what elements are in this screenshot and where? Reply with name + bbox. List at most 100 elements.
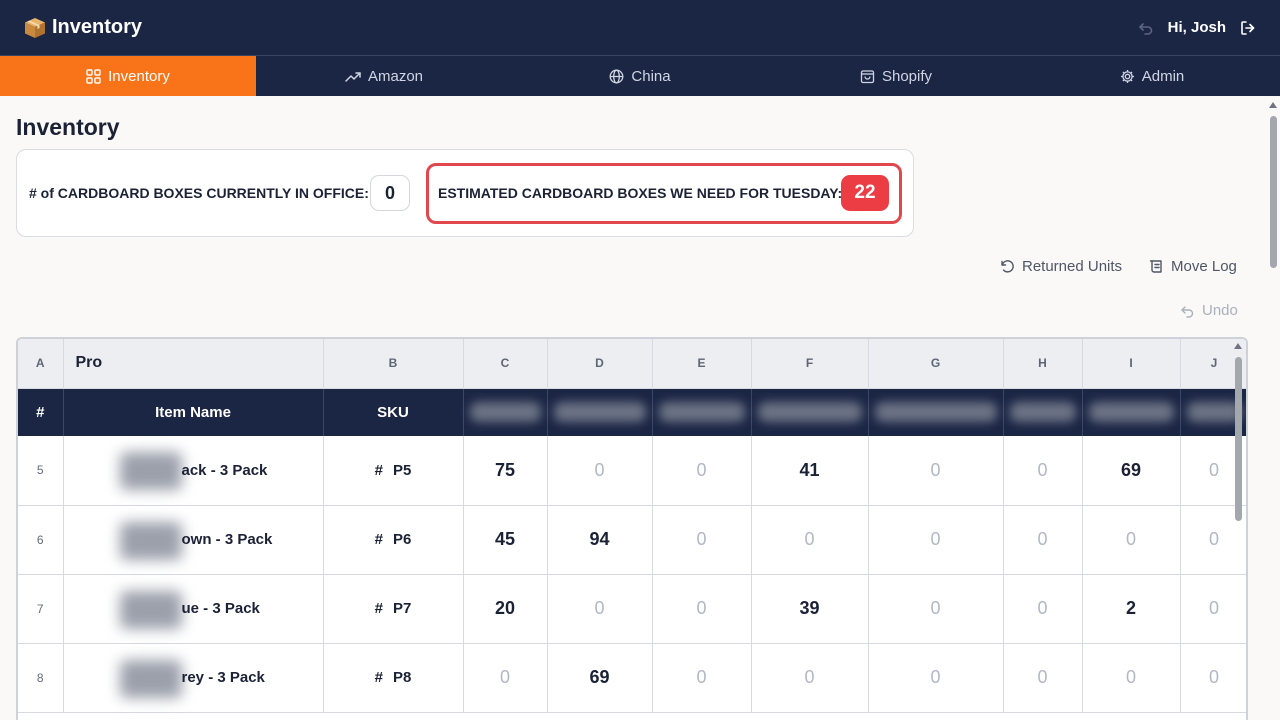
quantity-cell[interactable]: 0	[652, 574, 752, 644]
quantity-cell[interactable]: 0	[868, 436, 1004, 506]
sku-cell[interactable]: # P5	[323, 436, 464, 506]
tab-shopify[interactable]: Shopify	[768, 56, 1024, 96]
quantity-cell[interactable]: 75	[463, 436, 548, 506]
col-letter-d[interactable]: D	[547, 339, 653, 389]
quantity-cell[interactable]: 0	[1003, 436, 1083, 506]
table-row[interactable]: 6 own - 3 Pack # P6 45 94 0 0 0 0 0 0	[18, 505, 1246, 575]
quantity-cell[interactable]: 69	[1082, 436, 1181, 506]
sku-cell[interactable]: # P8	[323, 643, 464, 713]
table-scrollbar[interactable]	[1233, 341, 1245, 720]
quantity-cell[interactable]: 0	[868, 574, 1004, 644]
app-title: Inventory	[52, 16, 143, 38]
page-scrollbar[interactable]	[1268, 100, 1280, 720]
table-header-row: # Item Name SKU	[18, 388, 1246, 436]
col-letter-c[interactable]: C	[463, 339, 548, 389]
current-boxes-value[interactable]: 0	[370, 175, 410, 211]
table-row[interactable]: 8 rey - 3 Pack # P8 0 69 0 0 0 0 0 0	[18, 643, 1246, 713]
col-letter-e[interactable]: E	[652, 339, 752, 389]
undo-button[interactable]: Undo	[1180, 302, 1238, 319]
quantity-cell[interactable]: 0	[652, 436, 752, 506]
quantity-cell[interactable]: 0	[547, 436, 653, 506]
col-letter-a[interactable]: A	[18, 339, 64, 389]
redacted-header	[469, 402, 541, 423]
logout-icon[interactable]	[1240, 20, 1256, 36]
quantity-cell[interactable]: 0	[868, 505, 1004, 575]
sku-hash: #	[374, 669, 383, 686]
col-letter-b[interactable]: B	[323, 339, 464, 389]
redacted-header	[658, 402, 745, 423]
item-name-cell[interactable]: rey - 3 Pack	[63, 643, 324, 713]
tab-shopify-label: Shopify	[881, 67, 933, 85]
quantity-cell[interactable]: 0	[868, 643, 1004, 713]
item-name-cell[interactable]: ue - 3 Pack	[63, 574, 324, 644]
current-boxes-label: # of CARDBOARD BOXES CURRENTLY IN OFFICE…	[29, 185, 369, 201]
page-scroll-thumb[interactable]	[1270, 116, 1277, 268]
table-scroll-thumb[interactable]	[1235, 357, 1242, 521]
quantity-cell[interactable]: 0	[652, 643, 752, 713]
undo-label: Undo	[1202, 302, 1238, 319]
col-letter-i[interactable]: I	[1082, 339, 1181, 389]
header-location-h	[1003, 388, 1083, 436]
scroll-up-arrow-icon[interactable]	[1234, 343, 1242, 349]
col-letter-h[interactable]: H	[1003, 339, 1083, 389]
item-name-cell[interactable]: own - 3 Pack	[63, 505, 324, 575]
rotate-ccw-icon	[1000, 259, 1015, 274]
col-letter-pro[interactable]: Pro	[63, 339, 324, 389]
header-item-name[interactable]: Item Name	[63, 388, 324, 436]
estimated-boxes-badge: 22	[841, 175, 889, 211]
col-letter-f[interactable]: F	[751, 339, 869, 389]
quantity-cell[interactable]: 94	[547, 505, 653, 575]
tab-amazon[interactable]: Amazon	[256, 56, 512, 96]
tab-admin[interactable]: Admin	[1024, 56, 1280, 96]
quantity-cell[interactable]: 0	[1082, 643, 1181, 713]
returned-units-button[interactable]: Returned Units	[1000, 258, 1122, 275]
table-row[interactable]: 7 ue - 3 Pack # P7 20 0 0 39 0 0 2 0	[18, 574, 1246, 644]
tab-inventory-label: Inventory	[108, 67, 170, 85]
redacted-header	[757, 402, 862, 423]
quantity-cell[interactable]: 45	[463, 505, 548, 575]
redacted-header	[553, 402, 646, 423]
col-letter-g[interactable]: G	[868, 339, 1004, 389]
main-nav: Inventory Amazon China Shopify Admin	[0, 56, 1280, 96]
tab-admin-label: Admin	[1141, 67, 1185, 85]
row-number: 5	[18, 436, 64, 506]
sku-cell[interactable]: # P7	[323, 574, 464, 644]
returned-units-label: Returned Units	[1022, 258, 1123, 275]
app-brand[interactable]: Inventory	[24, 16, 142, 39]
quantity-cell[interactable]: 0	[652, 505, 752, 575]
redacted-header	[1009, 402, 1076, 423]
quantity-cell[interactable]: 0	[1003, 643, 1083, 713]
row-number: 7	[18, 574, 64, 644]
row-number: 6	[18, 505, 64, 575]
shopping-bag-icon	[860, 69, 875, 84]
quantity-cell[interactable]: 39	[751, 574, 869, 644]
header-location-g	[868, 388, 1004, 436]
quantity-cell[interactable]: 0	[463, 643, 548, 713]
quantity-cell[interactable]: 0	[751, 643, 869, 713]
header-location-d	[547, 388, 653, 436]
item-name-cell[interactable]: ack - 3 Pack	[63, 436, 324, 506]
scroll-up-arrow-icon[interactable]	[1269, 102, 1277, 108]
quantity-cell[interactable]: 0	[1003, 574, 1083, 644]
table-row[interactable]: 5 ack - 3 Pack # P5 75 0 0 41 0 0 69 0	[18, 436, 1246, 506]
tab-china[interactable]: China	[512, 56, 768, 96]
quantity-cell[interactable]: 41	[751, 436, 869, 506]
estimated-boxes-label: ESTIMATED CARDBOARD BOXES WE NEED FOR TU…	[438, 185, 843, 201]
quantity-cell[interactable]: 20	[463, 574, 548, 644]
header-location-f	[751, 388, 869, 436]
move-log-button[interactable]: Move Log	[1149, 258, 1237, 275]
sku-cell[interactable]: # P6	[323, 505, 464, 575]
scroll-log-icon	[1149, 259, 1164, 274]
tab-inventory[interactable]: Inventory	[0, 56, 256, 96]
quantity-cell[interactable]: 0	[751, 505, 869, 575]
quantity-cell[interactable]: 0	[1082, 505, 1181, 575]
sku-hash: #	[374, 531, 383, 548]
header-sku[interactable]: SKU	[323, 388, 464, 436]
sku-hash: #	[374, 461, 383, 479]
undo-arrow-icon[interactable]	[1138, 20, 1154, 36]
quantity-cell[interactable]: 0	[1003, 505, 1083, 575]
item-name: ue - 3 Pack	[181, 600, 260, 617]
quantity-cell[interactable]: 69	[547, 643, 653, 713]
quantity-cell[interactable]: 2	[1082, 574, 1181, 644]
quantity-cell[interactable]: 0	[547, 574, 653, 644]
